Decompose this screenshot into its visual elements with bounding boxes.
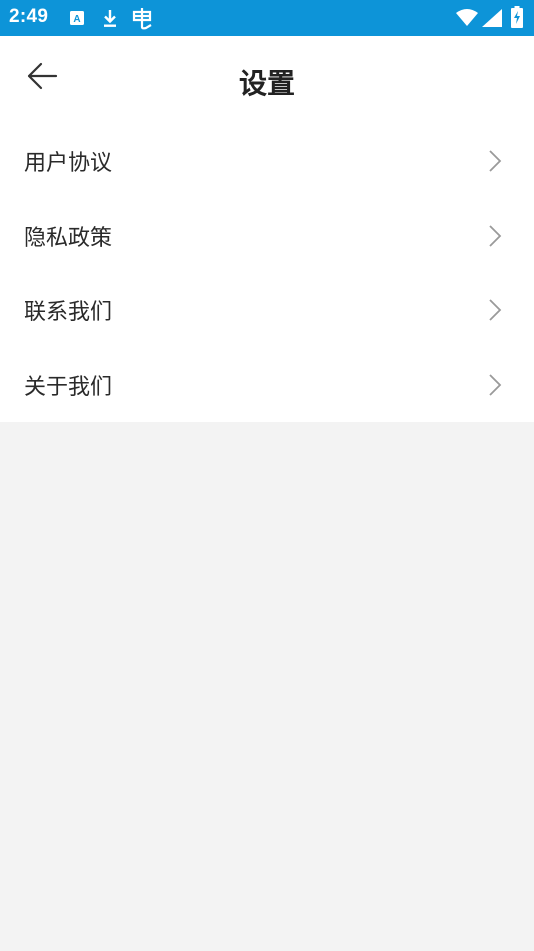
chevron-right-icon (488, 373, 502, 397)
svg-text:A: A (73, 14, 80, 25)
cell-signal-icon (482, 9, 502, 27)
page-title: 设置 (238, 67, 295, 100)
chevron-right-icon (488, 149, 502, 173)
menu-item-label: 联系我们 (24, 300, 113, 326)
app-bar: 设置 (0, 36, 534, 124)
menu-item-label: 隐私政策 (24, 225, 113, 251)
battery-charging-icon (511, 6, 523, 28)
menu-item-user-agreement[interactable]: 用户协议 (0, 124, 534, 199)
status-time: 2:49 (9, 6, 49, 27)
menu-item-label: 关于我们 (24, 374, 113, 400)
menu-item-about-us[interactable]: 关于我们 (0, 348, 534, 423)
status-bar: 2:49 A (0, 0, 534, 36)
menu-item-label: 用户协议 (24, 151, 113, 177)
settings-menu: 用户协议 隐私政策 联系我们 关于我们 (0, 124, 534, 422)
chevron-right-icon (488, 224, 502, 248)
bug-icon (130, 6, 154, 30)
wifi-icon (456, 9, 478, 27)
menu-item-privacy-policy[interactable]: 隐私政策 (0, 199, 534, 274)
menu-item-contact-us[interactable]: 联系我们 (0, 273, 534, 348)
chevron-right-icon (488, 298, 502, 322)
download-icon (101, 8, 119, 28)
a-notification-icon: A (69, 10, 85, 26)
